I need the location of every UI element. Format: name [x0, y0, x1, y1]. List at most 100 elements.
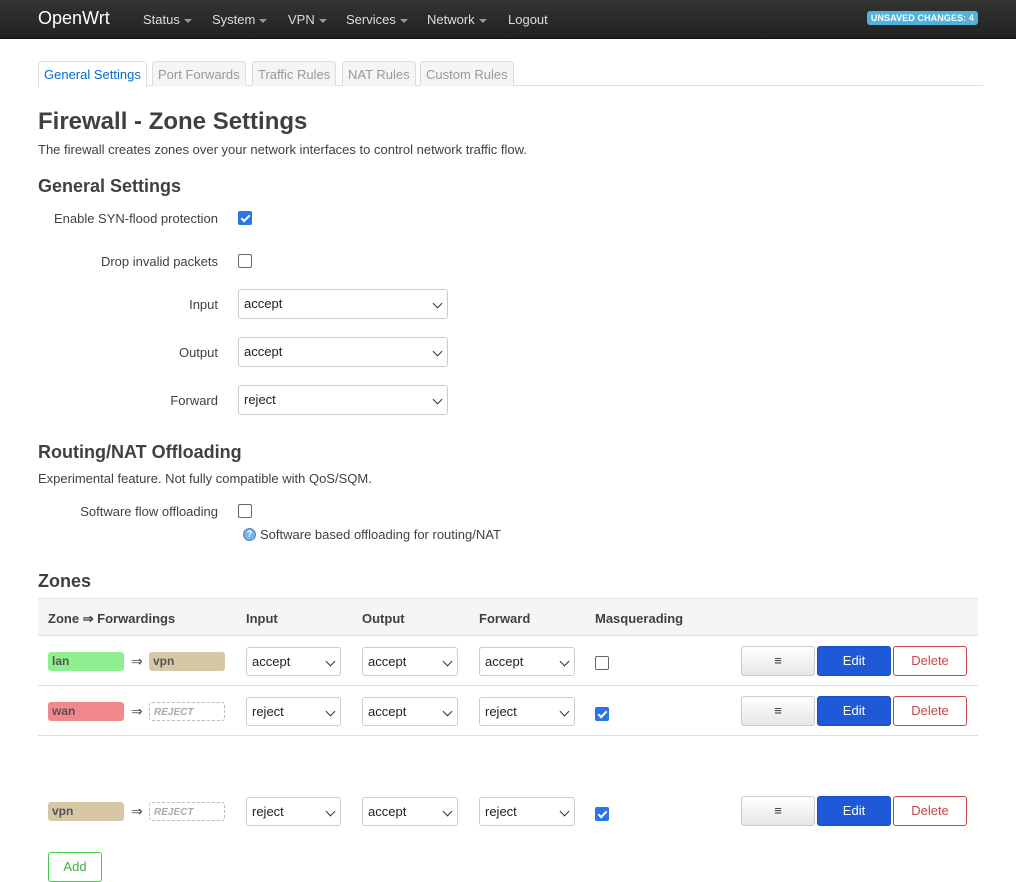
zone-badge-wan: wan [48, 702, 124, 721]
input-policy-select[interactable]: accept [238, 289, 448, 319]
zone-forward-select[interactable]: accept [479, 647, 575, 676]
offloading-title: Routing/NAT Offloading [38, 442, 242, 462]
zones-table-header: Zone ⇒ Forwardings Input Output Forward … [38, 598, 978, 636]
col-output: Output [362, 611, 405, 626]
tab-port-forwards[interactable]: Port Forwards [152, 61, 246, 86]
zone-forward-select[interactable]: reject [479, 797, 575, 826]
masquerading-checkbox[interactable] [595, 656, 609, 670]
page-title: Firewall - Zone Settings [38, 108, 308, 135]
nav-services[interactable]: Services [346, 12, 408, 27]
drop-invalid-label: Drop invalid packets [100, 254, 218, 269]
tab-nat-rules[interactable]: NAT Rules [342, 61, 416, 86]
tab-general-settings[interactable]: General Settings [38, 61, 147, 87]
nav-label: Status [143, 12, 180, 27]
edit-button[interactable]: Edit [817, 646, 891, 676]
forward-policy-label: Forward [170, 393, 218, 408]
add-zone-button[interactable]: Add [48, 852, 102, 882]
output-policy-label: Output [178, 345, 218, 360]
caret-down-icon [318, 18, 327, 23]
reorder-button[interactable]: ≡ [741, 696, 815, 726]
arrow-icon: ⇒ [131, 703, 143, 719]
select-value: accept [244, 344, 283, 359]
forward-policy-select[interactable]: reject [238, 385, 448, 415]
select-value: reject [485, 804, 517, 819]
input-policy-label: Input [189, 297, 218, 312]
row-divider [38, 685, 978, 686]
zone-badge-lan: lan [48, 652, 124, 671]
arrow-icon: ⇒ [131, 803, 143, 819]
col-forward: Forward [479, 611, 531, 626]
zone-dest-reject: REJECT [149, 802, 225, 821]
zone-input-select[interactable]: accept [246, 647, 341, 676]
output-policy-select[interactable]: accept [238, 337, 448, 367]
masquerading-checkbox[interactable] [595, 707, 609, 721]
zones-title: Zones [38, 571, 92, 591]
help-icon: ? [243, 528, 256, 541]
delete-button[interactable]: Delete [893, 646, 967, 676]
select-value: reject [252, 804, 284, 819]
select-value: accept [368, 704, 407, 719]
chevron-down-icon [432, 298, 443, 309]
select-value: reject [485, 704, 517, 719]
zone-input-select[interactable]: reject [246, 797, 341, 826]
sw-offload-help: Software based offloading for routing/NA… [260, 527, 501, 542]
zone-output-select[interactable]: accept [362, 647, 458, 676]
select-value: accept [368, 654, 407, 669]
page-description: The firewall creates zones over your net… [38, 142, 527, 157]
caret-down-icon [259, 18, 268, 23]
drop-invalid-checkbox[interactable] [238, 254, 252, 268]
select-value: accept [485, 654, 524, 669]
offloading-description: Experimental feature. Not fully compatib… [38, 471, 372, 486]
top-navbar: OpenWrt Status System VPN Services Netwo… [0, 0, 1016, 39]
delete-button[interactable]: Delete [893, 796, 967, 826]
chevron-down-icon [559, 706, 570, 717]
sw-offload-checkbox[interactable] [238, 504, 252, 518]
reorder-button[interactable]: ≡ [741, 796, 815, 826]
zone-dest-vpn: vpn [149, 652, 225, 671]
zone-dest-reject: REJECT [149, 702, 225, 721]
col-zone-forwardings: Zone ⇒ Forwardings [48, 611, 176, 626]
chevron-down-icon [325, 656, 336, 667]
chevron-down-icon [432, 394, 443, 405]
select-value: reject [244, 392, 276, 407]
chevron-down-icon [559, 806, 570, 817]
nav-label: Services [346, 12, 396, 27]
nav-status[interactable]: Status [143, 12, 192, 27]
nav-network[interactable]: Network [427, 12, 487, 27]
caret-down-icon [478, 18, 487, 23]
nav-vpn[interactable]: VPN [288, 12, 327, 27]
select-value: accept [252, 654, 291, 669]
chevron-down-icon [442, 706, 453, 717]
nav-logout[interactable]: Logout [508, 12, 548, 27]
zone-input-select[interactable]: reject [246, 697, 341, 726]
delete-button[interactable]: Delete [893, 696, 967, 726]
unsaved-changes-badge[interactable]: UNSAVED CHANGES: 4 [866, 11, 978, 25]
chevron-down-icon [442, 656, 453, 667]
chevron-down-icon [325, 706, 336, 717]
zone-forward-select[interactable]: reject [479, 697, 575, 726]
tab-custom-rules[interactable]: Custom Rules [420, 61, 514, 86]
nav-system[interactable]: System [212, 12, 268, 27]
syn-flood-checkbox[interactable] [238, 211, 252, 225]
brand-logo[interactable]: OpenWrt [38, 8, 110, 29]
edit-button[interactable]: Edit [817, 796, 891, 826]
caret-down-icon [399, 18, 408, 23]
arrow-icon: ⇒ [131, 653, 143, 669]
row-divider [38, 735, 978, 736]
zone-output-select[interactable]: accept [362, 697, 458, 726]
tab-traffic-rules[interactable]: Traffic Rules [252, 61, 337, 86]
col-input: Input [246, 611, 278, 626]
nav-label: VPN [288, 12, 315, 27]
chevron-down-icon [559, 656, 570, 667]
chevron-down-icon [325, 806, 336, 817]
masquerading-checkbox[interactable] [595, 807, 609, 821]
select-value: accept [244, 296, 283, 311]
edit-button[interactable]: Edit [817, 696, 891, 726]
select-value: reject [252, 704, 284, 719]
zone-output-select[interactable]: accept [362, 797, 458, 826]
nav-label: System [212, 12, 256, 27]
zone-badge-vpn: vpn [48, 802, 124, 821]
reorder-button[interactable]: ≡ [741, 646, 815, 676]
sw-offload-label: Software flow offloading [80, 504, 218, 519]
general-settings-title: General Settings [38, 176, 182, 196]
